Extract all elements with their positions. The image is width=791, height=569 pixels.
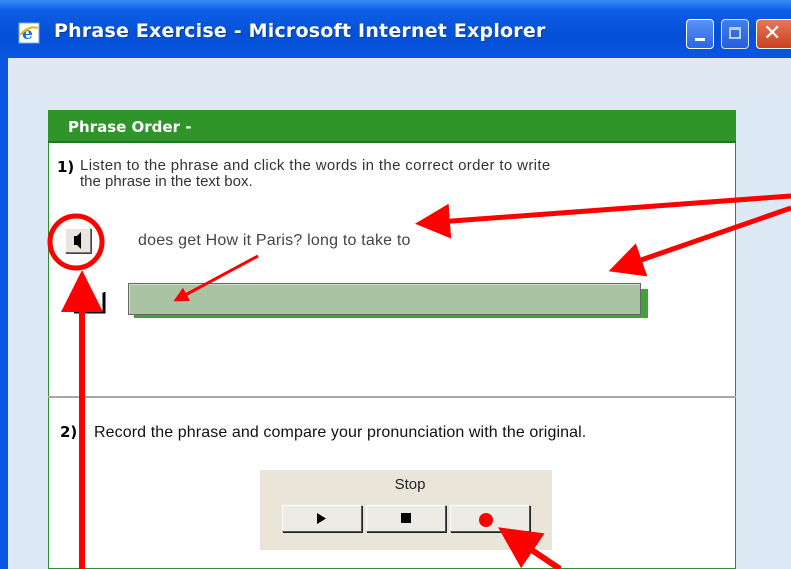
ie-icon: e (18, 22, 40, 44)
stop-icon (401, 513, 411, 523)
record-button[interactable] (450, 505, 530, 532)
question1-number: 1) (57, 158, 75, 176)
page-top-area (8, 58, 791, 98)
maximize-icon[interactable] (721, 19, 749, 49)
question1-instructions: Listen to the phrase and click the words… (80, 158, 700, 190)
section-divider (48, 396, 736, 398)
speaker-icon (74, 232, 81, 249)
minimize-icon[interactable] (686, 19, 714, 49)
record-icon (479, 513, 493, 527)
answer-text-box[interactable] (128, 283, 641, 315)
title-bar[interactable]: e Phrase Exercise - Microsoft Internet E… (0, 0, 791, 58)
panel-header: Phrase Order - (48, 110, 736, 143)
play-button[interactable] (282, 505, 362, 532)
question2-number: 2) (60, 423, 78, 441)
question2-instructions: Record the phrase and compare your pronu… (94, 424, 587, 441)
panel-title: Phrase Order - (68, 118, 192, 136)
question1-line1: Listen to the phrase and click the words… (80, 157, 551, 174)
clear-button[interactable] (72, 290, 106, 314)
recorder-status: Stop (394, 476, 426, 493)
scrambled-words[interactable]: does get How it Paris? long to take to (138, 232, 411, 250)
close-icon[interactable]: ✕ (756, 19, 791, 49)
window-title: Phrase Exercise - Microsoft Internet Exp… (54, 20, 546, 42)
play-icon (317, 513, 326, 524)
question1-line2: the phrase in the text box. (80, 173, 253, 190)
stop-button[interactable] (366, 505, 446, 532)
listen-button[interactable] (65, 228, 91, 253)
